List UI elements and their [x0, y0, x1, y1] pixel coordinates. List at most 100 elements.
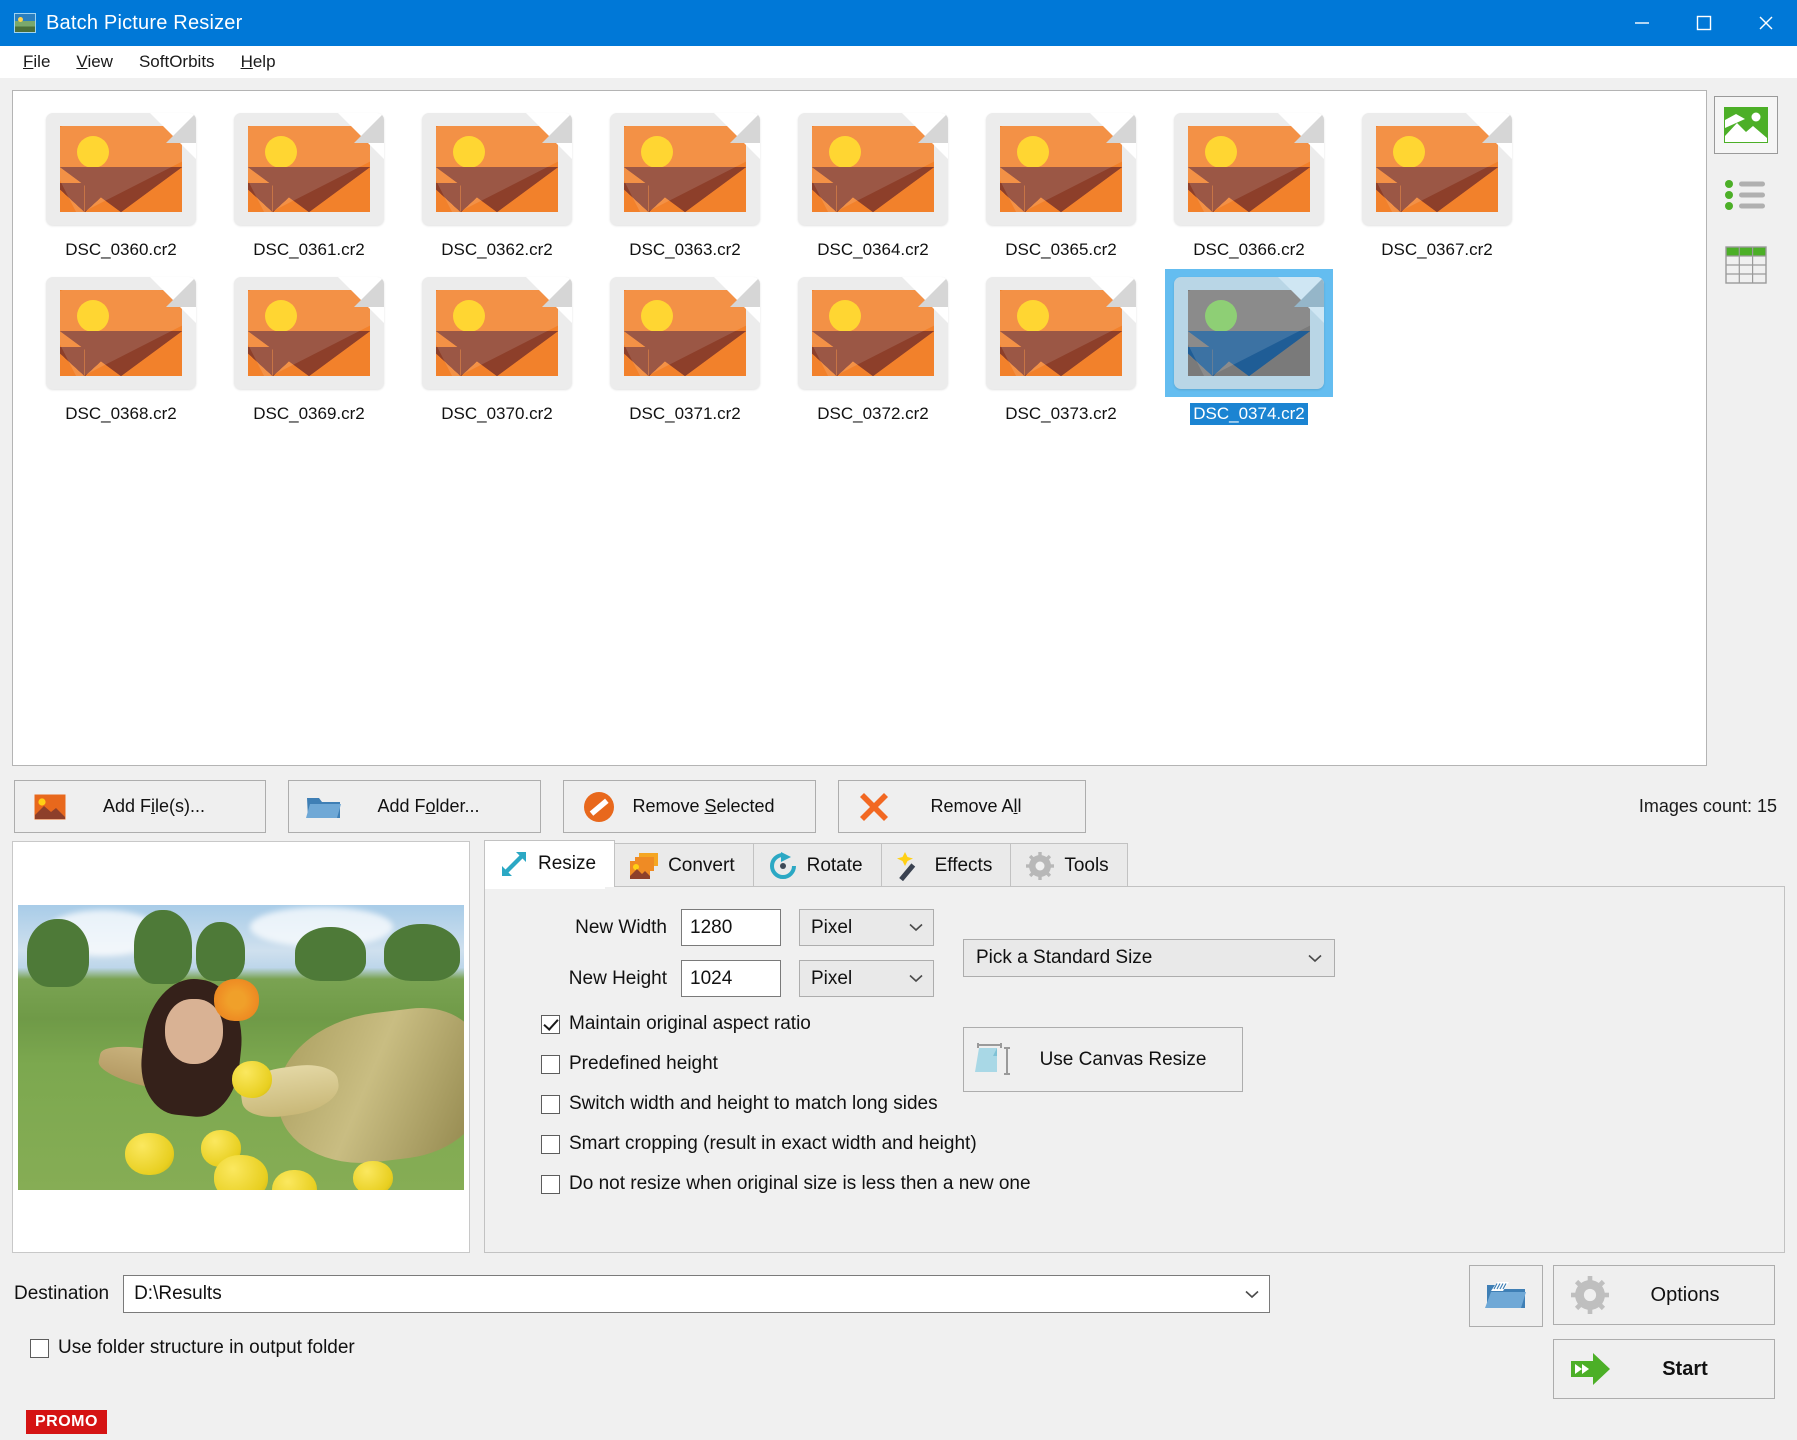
thumbnail-image-wrap[interactable] [413, 105, 581, 233]
new-height-unit-select[interactable]: Pixel [799, 960, 934, 997]
thumbnail-item[interactable]: DSC_0368.cr2 [27, 269, 215, 425]
resize-arrows-icon [499, 849, 529, 879]
resize-option-checkbox[interactable] [541, 1054, 560, 1074]
thumbnail-item[interactable]: DSC_0360.cr2 [27, 105, 215, 261]
browse-folder-icon [1485, 1282, 1526, 1308]
thumbnail-item[interactable]: DSC_0367.cr2 [1343, 105, 1531, 261]
thumbnail-item[interactable]: DSC_0374.cr2 [1155, 269, 1343, 425]
start-button[interactable]: Start [1553, 1339, 1775, 1399]
list-view-icon[interactable] [1714, 166, 1778, 224]
thumbnail-image-wrap[interactable] [37, 269, 205, 397]
resize-option-checkbox[interactable] [541, 1094, 560, 1114]
new-height-input[interactable]: 1024 [681, 960, 781, 997]
thumbnail-item[interactable]: DSC_0370.cr2 [403, 269, 591, 425]
standard-size-select[interactable]: Pick a Standard Size [963, 939, 1335, 977]
thumbnail-item[interactable]: DSC_0365.cr2 [967, 105, 1155, 261]
folder-icon [303, 793, 345, 821]
menu-file-rest: ile [33, 52, 51, 71]
tab-convert[interactable]: Convert [614, 843, 754, 887]
thumbnail-label: DSC_0360.cr2 [65, 240, 177, 259]
thumbnail-item[interactable]: DSC_0362.cr2 [403, 105, 591, 261]
image-placeholder-icon [1362, 113, 1512, 225]
remove-selected-button[interactable]: Remove Selected [563, 780, 816, 833]
window-controls [1611, 0, 1797, 46]
thumbnail-image-wrap[interactable] [225, 105, 393, 233]
new-height-label: New Height [568, 967, 667, 989]
folder-structure-checkbox-row[interactable]: Use folder structure in output folder [30, 1337, 1455, 1359]
new-width-unit-value: Pixel [811, 916, 853, 938]
thumbnail-item[interactable]: DSC_0369.cr2 [215, 269, 403, 425]
thumbnail-label: DSC_0368.cr2 [65, 404, 177, 423]
options-label: Options [1650, 1283, 1720, 1306]
add-files-label: Add File(s)... [102, 796, 206, 816]
thumbnail-item[interactable]: DSC_0363.cr2 [591, 105, 779, 261]
app-photo-icon [14, 13, 36, 33]
thumbnail-view-icon[interactable] [1714, 96, 1778, 154]
tab-rotate-label: Rotate [806, 854, 863, 876]
new-width-unit-select[interactable]: Pixel [799, 909, 934, 946]
thumbnail-image-wrap[interactable] [37, 105, 205, 233]
resize-option-checkbox[interactable] [541, 1014, 560, 1034]
folder-structure-checkbox[interactable] [30, 1338, 49, 1358]
thumbnail-item[interactable]: DSC_0373.cr2 [967, 269, 1155, 425]
thumbnail-image-wrap[interactable] [413, 269, 581, 397]
add-files-button[interactable]: Add File(s)... [14, 780, 266, 833]
thumbnail-list[interactable]: DSC_0360.cr2 DSC_0361.cr2 DSC_0362.cr2 DSC_… [12, 90, 1707, 766]
resize-option-row[interactable]: Switch width and height to match long si… [541, 1093, 1760, 1115]
menu-item-softorbits[interactable]: SoftOrbits [126, 49, 228, 75]
menu-item-file[interactable]: File [10, 49, 63, 75]
add-folder-button[interactable]: Add Folder... [288, 780, 541, 833]
thumbnail-image-wrap[interactable] [1165, 105, 1333, 233]
resize-option-checkbox[interactable] [541, 1174, 560, 1194]
resize-option-checkbox[interactable] [541, 1134, 560, 1154]
preview-photo [18, 904, 464, 1190]
application-window: Batch Picture Resizer File View SoftOrbi… [0, 0, 1797, 1440]
resize-option-row[interactable]: Smart cropping (result in exact width an… [541, 1133, 1760, 1155]
thumbnail-image-wrap[interactable] [789, 269, 957, 397]
thumbnail-item[interactable]: DSC_0372.cr2 [779, 269, 967, 425]
maximize-icon[interactable] [1673, 0, 1735, 46]
menu-view-rest: iew [87, 52, 113, 71]
destination-input[interactable]: D:\Results [123, 1275, 1271, 1313]
thumbnail-item[interactable]: DSC_0371.cr2 [591, 269, 779, 425]
middle-row: Resize Convert Rotate Effects Tools New … [0, 840, 1797, 1253]
thumbnail-item[interactable]: DSC_0366.cr2 [1155, 105, 1343, 261]
thumbnail-image-wrap[interactable] [789, 105, 957, 233]
browse-folder-button[interactable] [1469, 1265, 1543, 1327]
image-placeholder-icon [986, 113, 1136, 225]
image-placeholder-icon [986, 277, 1136, 389]
tab-effects[interactable]: Effects [880, 843, 1012, 887]
folder-structure-label: Use folder structure in output folder [58, 1337, 355, 1358]
image-placeholder-icon [798, 277, 948, 389]
thumbnail-item[interactable]: DSC_0361.cr2 [215, 105, 403, 261]
convert-images-icon [629, 851, 659, 881]
thumbnail-image-wrap[interactable] [601, 105, 769, 233]
canvas-resize-icon [964, 1042, 1026, 1078]
thumbnail-image-wrap[interactable] [225, 269, 393, 397]
tab-rotate[interactable]: Rotate [752, 843, 882, 887]
thumbnail-item[interactable]: DSC_0364.cr2 [779, 105, 967, 261]
thumbnail-label: DSC_0371.cr2 [629, 404, 741, 423]
use-canvas-resize-button[interactable]: Use Canvas Resize [963, 1027, 1243, 1092]
close-icon[interactable] [1735, 0, 1797, 46]
menu-item-help[interactable]: Help [228, 49, 289, 75]
thumbnail-image-wrap[interactable] [977, 105, 1145, 233]
remove-all-button[interactable]: Remove All [838, 780, 1086, 833]
images-count-label: Images count: 15 [1638, 796, 1777, 816]
thumbnail-image-wrap[interactable] [1353, 105, 1521, 233]
resize-option-row[interactable]: Do not resize when original size is less… [541, 1173, 1760, 1195]
view-mode-toolbar [1707, 90, 1785, 766]
thumbnail-image-wrap[interactable] [601, 269, 769, 397]
menu-item-view[interactable]: View [63, 49, 126, 75]
new-width-input[interactable]: 1280 [681, 909, 781, 946]
thumbnail-image-wrap[interactable] [1165, 269, 1333, 397]
table-view-icon[interactable] [1714, 236, 1778, 294]
thumbnail-image-wrap[interactable] [977, 269, 1145, 397]
tab-tools[interactable]: Tools [1010, 843, 1128, 887]
menu-help-rest: elp [252, 52, 276, 71]
promo-badge[interactable]: PROMO [26, 1410, 107, 1434]
tab-resize[interactable]: Resize [484, 840, 616, 887]
minimize-icon[interactable] [1611, 0, 1673, 46]
options-button[interactable]: Options [1553, 1265, 1775, 1325]
remove-circle-slash-icon [578, 791, 620, 823]
